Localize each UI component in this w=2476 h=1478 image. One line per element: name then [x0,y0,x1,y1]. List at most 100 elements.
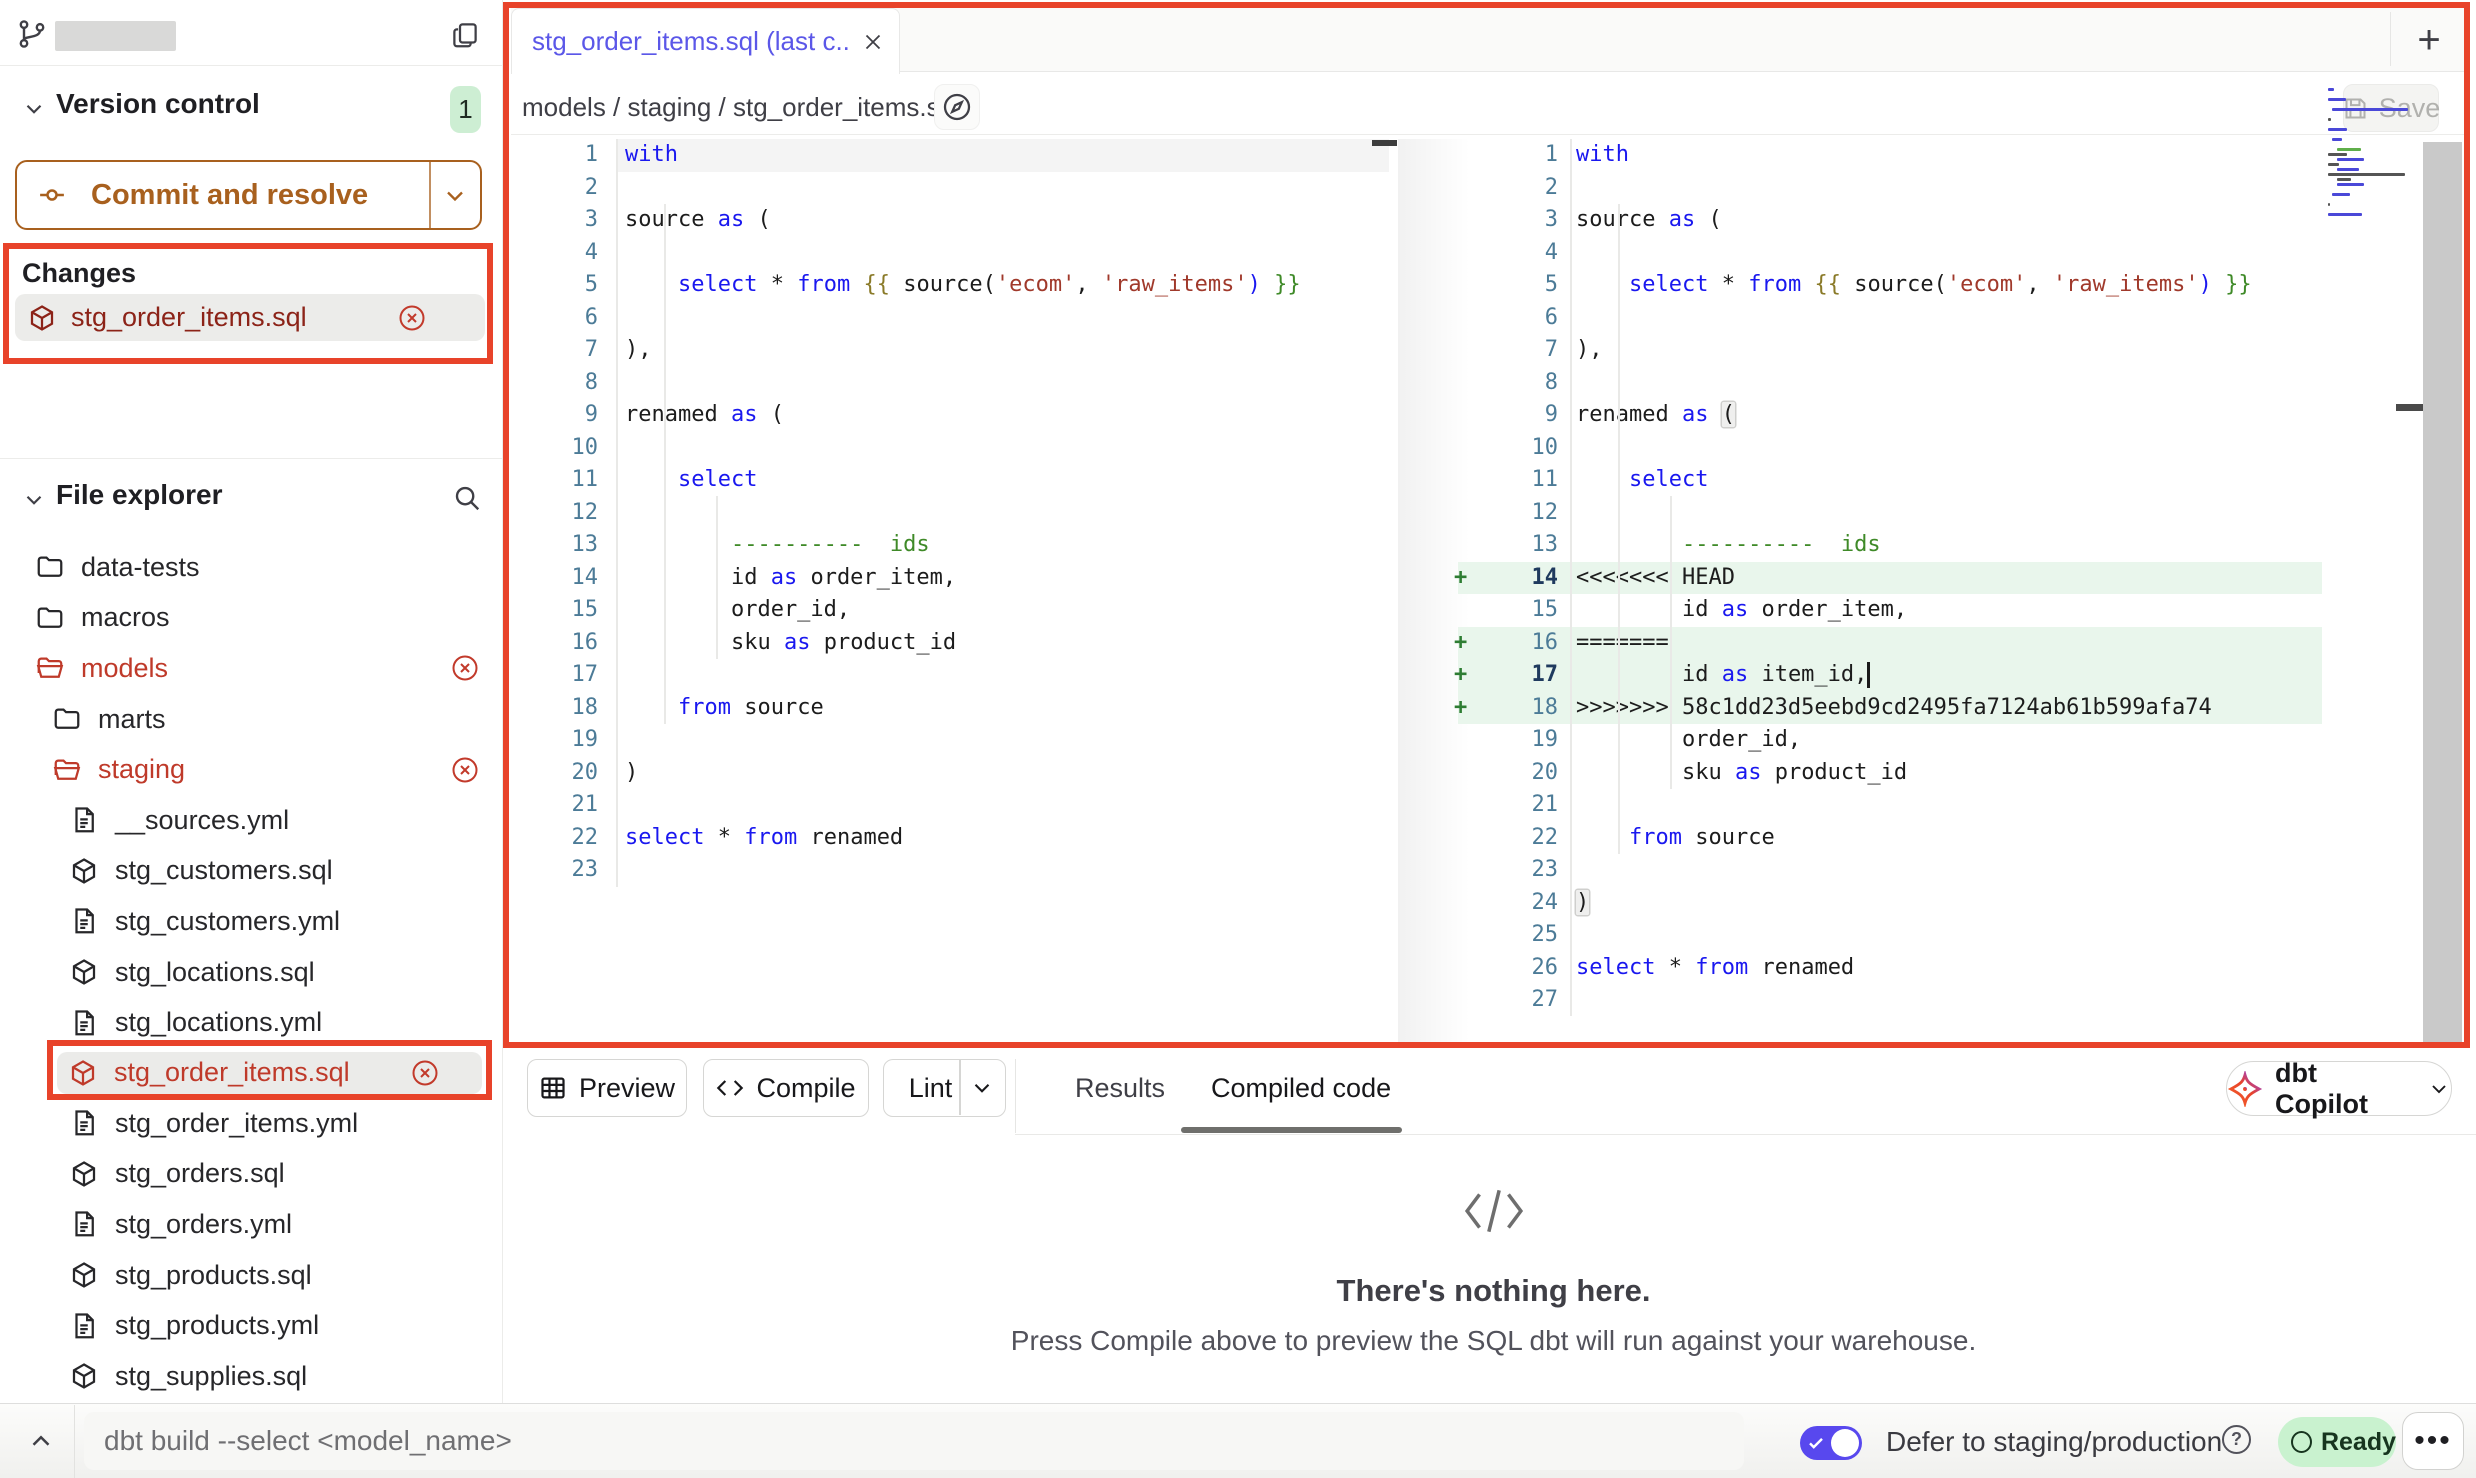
code-line[interactable]: 2 [1440,172,2332,205]
file-row[interactable]: macros [0,593,503,644]
commit-and-resolve-button[interactable]: Commit and resolve [15,160,482,230]
code-line[interactable]: 12 [511,497,1389,530]
file-row[interactable]: stg_customers.yml [0,896,503,947]
lint-button[interactable]: Lint [883,1059,1006,1117]
code-line[interactable]: 13 ---------- ids [511,529,1389,562]
code-line[interactable]: 1with [1440,139,2332,172]
code-line[interactable]: 12 [1440,497,2332,530]
code-line[interactable]: 25 [1440,919,2332,952]
more-options-button[interactable]: ••• [2402,1412,2464,1470]
code-line[interactable]: 6 [1440,302,2332,335]
code-line[interactable]: 26select * from renamed [1440,952,2332,985]
code-line[interactable]: 10 [1440,432,2332,465]
discard-changes-icon[interactable] [397,303,427,333]
code-line[interactable]: 23 [1440,854,2332,887]
file-row[interactable]: data-tests [0,542,503,593]
code-line[interactable]: 21 [511,789,1389,822]
code-line[interactable]: +14<<<<<<< HEAD [1440,562,2332,595]
file-row[interactable]: stg_supplies.sql [0,1351,503,1402]
code-line[interactable]: 15 order_id, [511,594,1389,627]
code-line[interactable]: 9renamed as ( [1440,399,2332,432]
code-line[interactable]: 6 [511,302,1389,335]
file-row[interactable]: staging [0,744,503,795]
changes-file-item[interactable]: stg_order_items.sql [15,294,485,341]
code-line[interactable]: 8 [511,367,1389,400]
file-row[interactable]: stg_customers.sql [0,846,503,897]
file-row[interactable]: stg_products.sql [0,1250,503,1301]
code-line[interactable]: 14 id as order_item, [511,562,1389,595]
code-line[interactable]: 23 [511,854,1389,887]
defer-toggle[interactable] [1800,1426,1862,1460]
code-line[interactable]: +18>>>>>>> 58c1dd23d5eebd9cd2495fa7124ab… [1440,692,2332,725]
code-line[interactable]: 4 [1440,237,2332,270]
code-line[interactable]: 20 sku as product_id [1440,757,2332,790]
code-line[interactable]: 21 [1440,789,2332,822]
code-line[interactable]: 15 id as order_item, [1440,594,2332,627]
code-line[interactable]: 7), [511,334,1389,367]
chevron-down-icon[interactable] [21,487,47,513]
code-line[interactable]: 2 [511,172,1389,205]
new-tab-button[interactable]: + [2406,18,2452,62]
help-icon[interactable]: ? [2222,1425,2251,1454]
minimap[interactable] [2328,88,2420,238]
editor-pane-conflict[interactable]: 1with23source as (45 select * from {{ so… [1440,139,2332,1017]
code-line[interactable]: 1with [511,139,1389,172]
code-line[interactable]: +16======= [1440,627,2332,660]
code-line[interactable]: 13 ---------- ids [1440,529,2332,562]
code-line[interactable]: 17 [511,659,1389,692]
file-row[interactable]: stg_order_items.sql [57,1052,482,1094]
collapse-chevron-up-icon[interactable] [26,1426,56,1456]
editor-pane-original[interactable]: 1with23source as (45 select * from {{ so… [511,139,1389,887]
tab-results[interactable]: Results [1075,1048,1165,1128]
code-line[interactable]: 19 order_id, [1440,724,2332,757]
code-line[interactable]: 3source as ( [1440,204,2332,237]
code-line[interactable]: 16 sku as product_id [511,627,1389,660]
code-line[interactable]: 9renamed as ( [511,399,1389,432]
file-row[interactable]: stg_orders.yml [0,1199,503,1250]
code-line[interactable]: 22 from source [1440,822,2332,855]
preview-button[interactable]: Preview [527,1059,687,1117]
code-line[interactable]: 5 select * from {{ source('ecom', 'raw_i… [511,269,1389,302]
code-line[interactable]: 22select * from renamed [511,822,1389,855]
file-row[interactable]: stg_order_items.yml [0,1098,503,1149]
close-icon[interactable] [861,30,885,54]
file-row[interactable]: models [0,643,503,694]
lint-dropdown-chevron-icon[interactable] [969,1075,995,1101]
compile-button[interactable]: Compile [703,1059,869,1117]
tab-compiled-code[interactable]: Compiled code [1211,1048,1391,1128]
scrollbar-thumb[interactable] [1372,140,1397,146]
tab-stg-order-items[interactable]: stg_order_items.sql (last c... [511,8,900,74]
minimap-handle[interactable] [2396,404,2423,411]
git-branch-icon[interactable] [16,18,48,50]
commit-dropdown-chevron-icon[interactable] [441,182,469,210]
code-line[interactable]: 24) [1440,887,2332,920]
code-line[interactable]: 3source as ( [511,204,1389,237]
code-line[interactable]: 11 select [1440,464,2332,497]
file-row[interactable]: stg_locations.yml [0,997,503,1048]
chevron-down-icon[interactable] [21,96,47,122]
code-line[interactable]: 11 select [511,464,1389,497]
code-line[interactable]: 27 [1440,984,2332,1017]
code-line[interactable]: 8 [1440,367,2332,400]
search-icon[interactable] [452,483,482,513]
code-line[interactable]: 7), [1440,334,2332,367]
code-line[interactable]: 4 [511,237,1389,270]
code-line[interactable]: 19 [511,724,1389,757]
discard-changes-icon[interactable] [450,653,480,683]
file-row[interactable]: __sources.yml [0,795,503,846]
command-input[interactable] [84,1412,1744,1470]
file-row[interactable]: stg_products.yml [0,1300,503,1351]
code-line[interactable]: 18 from source [511,692,1389,725]
dbt-copilot-button[interactable]: dbt Copilot [2226,1061,2452,1116]
file-row[interactable]: stg_locations.sql [0,947,503,998]
code-line[interactable]: +17 id as item_id, [1440,659,2332,692]
discard-changes-icon[interactable] [410,1058,440,1088]
discard-changes-icon[interactable] [450,755,480,785]
file-row[interactable]: marts [0,694,503,745]
code-line[interactable]: 20) [511,757,1389,790]
code-line[interactable]: 10 [511,432,1389,465]
file-row[interactable]: stg_orders.sql [0,1149,503,1200]
scrollbar-track[interactable] [2423,142,2462,1042]
code-line[interactable]: 5 select * from {{ source('ecom', 'raw_i… [1440,269,2332,302]
copy-icon[interactable] [450,20,480,50]
